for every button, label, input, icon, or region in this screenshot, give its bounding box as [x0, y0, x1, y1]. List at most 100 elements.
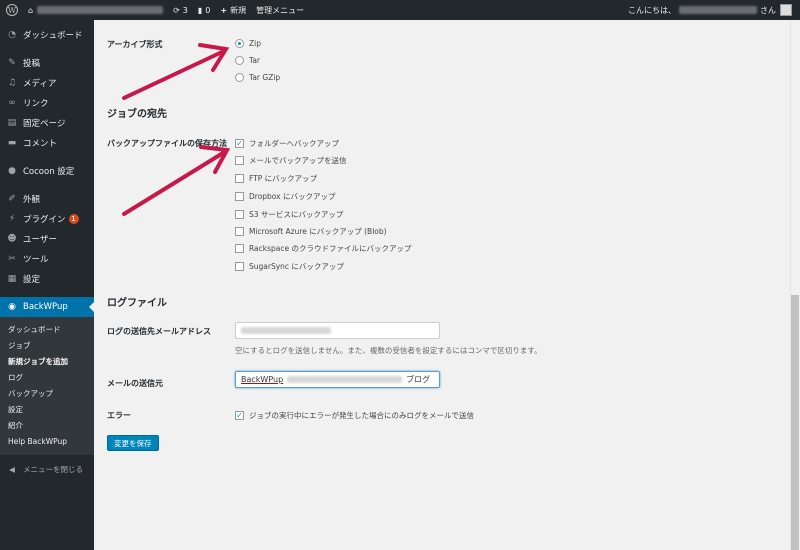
- submenu-item-jobs[interactable]: ジョブ: [0, 337, 94, 353]
- comment-icon: ▬: [7, 138, 17, 148]
- sidebar-item-label: メディア: [23, 79, 57, 89]
- checkbox[interactable]: [235, 174, 244, 183]
- destination-s3[interactable]: S3 サービスにバックアップ: [235, 209, 343, 220]
- sidebar-item-settings[interactable]: ▦ 設定: [0, 269, 94, 289]
- sidebar-item-label: 固定ページ: [23, 119, 66, 129]
- archive-format-label: アーカイブ形式: [107, 40, 163, 49]
- sidebar-item-label: 設定: [23, 275, 41, 285]
- error-mail-option[interactable]: ✓ ジョブの実行中にエラーが発生した場合にのみログをメールで送信: [235, 410, 474, 421]
- destination-dropbox[interactable]: Dropbox にバックアップ: [235, 191, 335, 202]
- submenu-item-dashboard[interactable]: ダッシュボード: [0, 321, 94, 337]
- checkbox-label: フォルダーへバックアップ: [249, 139, 339, 148]
- checkbox-checked[interactable]: ✓: [235, 139, 244, 148]
- checkbox-label: S3 サービスにバックアップ: [249, 210, 344, 219]
- checkbox[interactable]: [235, 244, 244, 253]
- user-icon: ☻: [7, 234, 17, 244]
- destination-folder[interactable]: ✓ フォルダーへバックアップ: [235, 138, 339, 149]
- checkbox-label: Dropbox にバックアップ: [249, 192, 336, 201]
- sidebar-item-posts[interactable]: ✎ 投稿: [0, 53, 94, 73]
- sidebar-item-appearance[interactable]: ✐ 外観: [0, 189, 94, 209]
- checkbox-checked[interactable]: ✓: [235, 411, 244, 420]
- log-email-input[interactable]: [235, 322, 440, 339]
- radio-button[interactable]: [235, 39, 244, 48]
- circle-icon: ●: [8, 166, 16, 176]
- checkbox[interactable]: [235, 210, 244, 219]
- checkbox[interactable]: [235, 262, 244, 271]
- sidebar-item-links[interactable]: ∞ リンク: [0, 93, 94, 113]
- submenu-item-add-new-job[interactable]: 新規ジョブを追加: [0, 353, 94, 369]
- radio-button[interactable]: [235, 56, 244, 65]
- checkbox-label: Rackspace のクラウドファイルにバックアップ: [249, 244, 412, 253]
- destination-sugarsync[interactable]: SugarSync にバックアップ: [235, 261, 344, 272]
- sidebar-item-label: プラグイン: [23, 215, 66, 225]
- mail-sender-value-prefix: BackWPup: [241, 375, 284, 384]
- submenu-item-backups[interactable]: バックアップ: [0, 385, 94, 401]
- sidebar-item-label: ダッシュボード: [23, 31, 83, 41]
- main-content: アーカイブ形式 Zip Tar Tar GZip ジョブの宛先 バックアップファ…: [94, 20, 790, 550]
- collapse-menu-button[interactable]: ◀ メニューを閉じる: [0, 459, 94, 479]
- radio-label: Tar: [249, 56, 261, 65]
- username-redacted: [679, 6, 757, 14]
- media-icon: ♫: [7, 78, 17, 88]
- log-email-description: 空にするとログを送信しません。また、複数の受信者を設定するにはコンマで区切ります…: [235, 346, 542, 355]
- sidebar-item-media[interactable]: ♫ メディア: [0, 73, 94, 93]
- collapse-menu-label: メニューを閉じる: [23, 464, 83, 474]
- radio-tar[interactable]: Tar: [235, 56, 260, 65]
- radio-tar-gzip[interactable]: Tar GZip: [235, 73, 280, 82]
- wrench-icon: ✂: [8, 254, 16, 264]
- submenu-item-help[interactable]: Help BackWPup: [0, 433, 94, 449]
- radio-button[interactable]: [235, 73, 244, 82]
- plugin-icon: ⚡: [8, 214, 16, 224]
- checkbox[interactable]: [235, 192, 244, 201]
- destination-ftp[interactable]: FTP にバックアップ: [235, 173, 317, 184]
- checkbox-label: ジョブの実行中にエラーが発生した場合にのみログをメールで送信: [249, 411, 474, 420]
- plus-icon: +: [220, 5, 228, 15]
- avatar: [780, 4, 792, 16]
- sidebar-item-cocoon[interactable]: ● Cocoon 設定: [0, 161, 94, 181]
- scrollbar-thumb[interactable]: [791, 295, 799, 550]
- greeting-text: こんにちは、: [628, 5, 676, 15]
- greeting-suffix: さん: [760, 5, 776, 15]
- sidebar-item-label: Cocoon 設定: [23, 167, 75, 177]
- link-icon: ∞: [8, 98, 16, 108]
- submenu-item-logs[interactable]: ログ: [0, 369, 94, 385]
- sidebar-item-pages[interactable]: ▤ 固定ページ: [0, 113, 94, 133]
- dashboard-icon: ◔: [8, 30, 16, 40]
- mail-sender-input[interactable]: BackWPup ブログ: [235, 371, 440, 388]
- updates-icon: ⟳: [173, 5, 180, 15]
- updates-link[interactable]: ⟳ 3: [168, 0, 193, 20]
- radio-label: Zip: [249, 39, 261, 48]
- checkbox[interactable]: [235, 227, 244, 236]
- new-label: 新規: [230, 5, 247, 15]
- site-name-link[interactable]: ⌂: [23, 0, 168, 20]
- home-icon: ⌂: [28, 5, 34, 15]
- comments-link[interactable]: ▮ 0: [193, 0, 216, 20]
- svg-text:W: W: [8, 6, 17, 15]
- checkbox-label: Microsoft Azure にバックアップ (Blob): [249, 227, 387, 236]
- sidebar-item-backwpup[interactable]: ◉ BackWPup: [0, 297, 94, 317]
- destination-email[interactable]: メールでバックアップを送信: [235, 155, 347, 166]
- sidebar-item-label: 投稿: [23, 59, 41, 69]
- submenu-item-about[interactable]: 紹介: [0, 417, 94, 433]
- plugin-update-badge: 1: [68, 214, 79, 224]
- site-name-redacted: [37, 6, 164, 14]
- pin-icon: ✎: [8, 58, 16, 68]
- destination-azure[interactable]: Microsoft Azure にバックアップ (Blob): [235, 226, 387, 237]
- admin-menu-link[interactable]: 管理メニュー: [251, 0, 309, 20]
- sidebar-item-plugins[interactable]: ⚡ プラグイン 1: [0, 209, 94, 229]
- sidebar-item-comments[interactable]: ▬ コメント: [0, 133, 94, 153]
- my-account-link[interactable]: こんにちは、 さん: [623, 0, 800, 20]
- wordpress-logo-icon[interactable]: W: [0, 0, 23, 20]
- collapse-arrow-icon: ◀: [9, 464, 15, 474]
- destination-rackspace[interactable]: Rackspace のクラウドファイルにバックアップ: [235, 243, 412, 254]
- submenu-item-settings[interactable]: 設定: [0, 401, 94, 417]
- sidebar-item-users[interactable]: ☻ ユーザー: [0, 229, 94, 249]
- backwpup-submenu: ダッシュボード ジョブ 新規ジョブを追加 ログ バックアップ 設定 紹介 Hel…: [0, 317, 94, 455]
- scrollbar[interactable]: [790, 20, 800, 550]
- checkbox[interactable]: [235, 156, 244, 165]
- new-content-link[interactable]: + 新規: [215, 0, 251, 20]
- save-changes-button[interactable]: 変更を保存: [107, 435, 159, 451]
- sidebar-item-tools[interactable]: ✂ ツール: [0, 249, 94, 269]
- radio-zip[interactable]: Zip: [235, 39, 261, 48]
- sidebar-item-dashboard[interactable]: ◔ ダッシュボード: [0, 25, 94, 45]
